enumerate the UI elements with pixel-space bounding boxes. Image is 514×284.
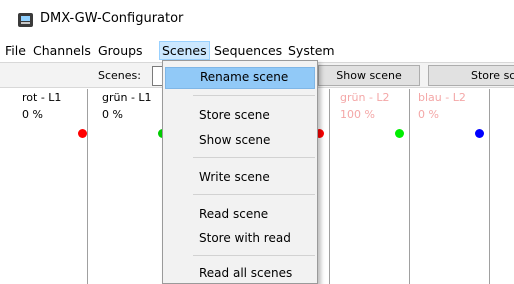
menu-sequences[interactable]: Sequences xyxy=(212,41,284,60)
menu-system[interactable]: System xyxy=(286,41,337,60)
scenes-dropdown-menu: Rename scene Store scene Show scene Writ… xyxy=(162,60,318,284)
menu-item-read-all-scenes[interactable]: Read all scenes xyxy=(165,263,315,284)
menu-item-rename-scene[interactable]: Rename scene xyxy=(165,67,315,89)
scenes-label: Scenes: xyxy=(98,69,141,82)
menu-item-show-scene[interactable]: Show scene xyxy=(165,130,315,152)
menu-file[interactable]: File xyxy=(3,41,28,60)
window-title: DMX-GW-Configurator xyxy=(40,11,184,26)
channel-name: grün - L2 xyxy=(340,91,390,104)
menu-scenes[interactable]: Scenes xyxy=(159,41,210,60)
menu-item-store-with-read[interactable]: Store with read xyxy=(165,228,315,250)
channel-led-icon xyxy=(395,129,404,138)
app-icon xyxy=(18,13,33,27)
menu-item-write-scene[interactable]: Write scene xyxy=(165,167,315,189)
channel-led-icon xyxy=(78,129,87,138)
channel-strip[interactable]: rot - L1 0 % xyxy=(0,89,88,284)
channel-value: 100 % xyxy=(340,108,375,121)
menu-separator xyxy=(193,194,315,195)
channel-value: 0 % xyxy=(102,108,123,121)
menu-item-store-scene[interactable]: Store scene xyxy=(165,105,315,127)
menu-separator xyxy=(193,157,315,158)
show-scene-button[interactable]: Show scene xyxy=(318,65,420,86)
menu-separator xyxy=(193,95,315,96)
menu-bar: File Channels Groups Scenes Sequences Sy… xyxy=(0,40,514,60)
channel-name: rot - L1 xyxy=(22,91,62,104)
channel-led-icon xyxy=(475,129,484,138)
store-scene-button[interactable]: Store sc xyxy=(428,65,514,86)
channel-value: 0 % xyxy=(22,108,43,121)
channel-strip[interactable]: grün - L2 100 % xyxy=(330,89,410,284)
menu-channels[interactable]: Channels xyxy=(31,41,93,60)
channel-strip[interactable]: blau - L2 0 % xyxy=(410,89,490,284)
channel-strip[interactable] xyxy=(490,89,514,284)
channel-name: blau - L2 xyxy=(418,91,466,104)
menu-groups[interactable]: Groups xyxy=(96,41,145,60)
title-bar: DMX-GW-Configurator xyxy=(0,0,514,38)
channel-strip[interactable]: grün - L1 0 % xyxy=(88,89,168,284)
channel-name: grün - L1 xyxy=(102,91,152,104)
channel-value: 0 % xyxy=(418,108,439,121)
menu-separator xyxy=(193,255,315,256)
menu-item-read-scene[interactable]: Read scene xyxy=(165,204,315,226)
